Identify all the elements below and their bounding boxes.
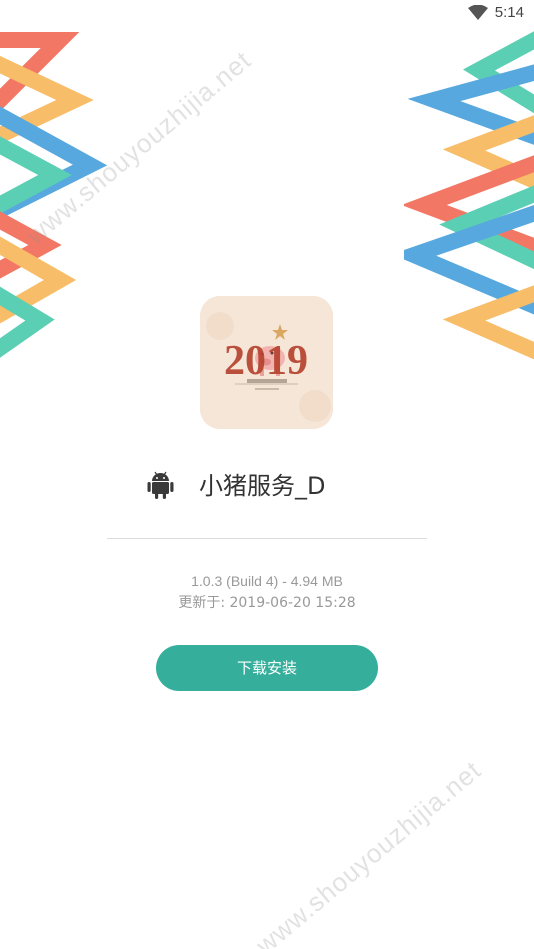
app-download-screen: www.shouyouzhijia.net www.shouyouzhijia.… [0, 0, 534, 949]
divider [107, 538, 427, 539]
version-info: 1.0.3 (Build 4) - 4.94 MB [191, 573, 343, 589]
app-title-row: 小猪服务_D [0, 466, 534, 506]
status-time: 5:14 [494, 4, 524, 21]
watermark-text-bottom: www.shouyouzhijia.net [250, 754, 487, 949]
wifi-icon [468, 5, 488, 20]
decorative-stripes-right [404, 31, 534, 360]
app-name: 小猪服务_D [199, 472, 326, 500]
android-icon [147, 471, 174, 499]
app-icon-artwork: 2019 [200, 296, 333, 429]
download-install-button[interactable]: 下载安装 [156, 645, 378, 691]
update-time: 更新于: 2019-06-20 15:28 [178, 595, 356, 611]
status-bar: 5:14 [0, 0, 534, 30]
app-icon: 2019 [200, 296, 333, 429]
app-icon-year: 2019 [224, 338, 308, 384]
